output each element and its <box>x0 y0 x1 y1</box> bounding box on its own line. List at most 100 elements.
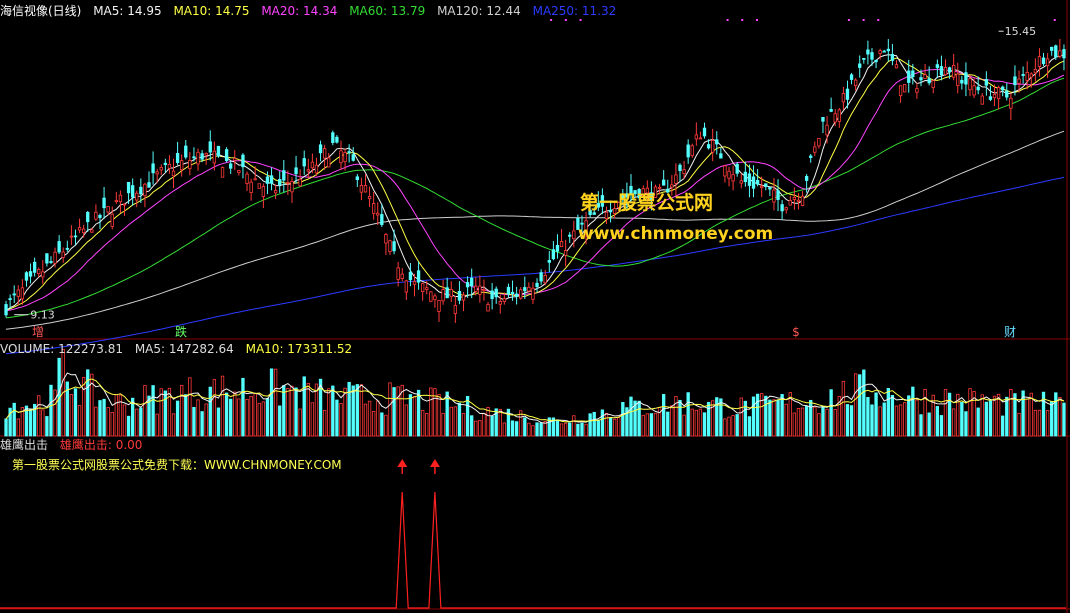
candle <box>531 287 535 300</box>
candle <box>159 166 163 171</box>
candle <box>915 88 919 93</box>
volume-bar <box>257 402 261 437</box>
candle <box>919 77 923 81</box>
volume-bar <box>523 417 527 437</box>
volume-bar <box>49 384 53 437</box>
volume-bar <box>110 412 114 437</box>
volume-bar <box>682 414 686 437</box>
candle <box>41 271 45 278</box>
candle <box>396 267 400 280</box>
candle <box>1050 46 1054 51</box>
buy-arrow-icon <box>397 459 408 467</box>
volume-bar <box>482 413 486 437</box>
volume-bar <box>878 406 882 437</box>
candle <box>314 164 319 174</box>
volume-bar <box>666 411 670 437</box>
signal-title: 雄鹰出击 <box>0 438 49 452</box>
candle <box>94 211 98 220</box>
volume-bar <box>809 399 813 437</box>
volume-bar <box>416 389 421 437</box>
volume-bar <box>502 422 507 437</box>
candle <box>690 145 694 156</box>
candle <box>1017 78 1021 84</box>
candle <box>237 170 241 173</box>
candle <box>192 156 196 159</box>
signal-line <box>0 491 1066 609</box>
volume-bar <box>429 387 433 437</box>
volume-bar <box>768 399 772 437</box>
candle <box>171 170 176 177</box>
volume-bar <box>882 402 886 437</box>
stock-chart[interactable]: 15.45 9.13 增 跌 $ 财 <box>0 0 1070 613</box>
candle <box>796 199 801 202</box>
high-price-label: 15.45 <box>1005 25 1036 38</box>
volume-bar <box>874 392 878 437</box>
candle <box>1045 58 1050 67</box>
volume-bar <box>298 408 302 437</box>
top-dot-marker <box>862 19 865 21</box>
buy-arrow-icon <box>429 459 440 467</box>
candle <box>175 152 180 163</box>
candle <box>935 64 940 68</box>
volume-bar <box>282 385 286 437</box>
candle <box>216 145 221 157</box>
volume-bar <box>265 398 270 437</box>
volume-bar <box>976 407 980 437</box>
candle <box>858 63 862 68</box>
candle <box>988 96 993 100</box>
volume-bar <box>384 414 388 437</box>
volume-bar <box>380 412 384 437</box>
candle <box>776 190 780 200</box>
volume-bar <box>81 376 86 437</box>
candle <box>331 132 335 143</box>
candle <box>359 184 364 193</box>
candle <box>49 261 53 263</box>
candle <box>845 88 850 100</box>
candle <box>559 241 564 247</box>
candle <box>1013 76 1017 86</box>
candle <box>449 289 453 298</box>
volume-bar <box>1001 415 1005 437</box>
volume-bar <box>327 388 331 437</box>
volume-bar <box>510 420 515 437</box>
volume-bar <box>253 393 257 437</box>
volume-bar <box>98 400 102 437</box>
candle <box>996 86 1001 100</box>
signal-subtitle: 第一股票公式网股票公式免费下载：WWW.CHNMONEY.COM <box>12 458 342 472</box>
watermark-url: www.chnmoney.com <box>578 224 774 244</box>
volume-bar <box>572 415 576 437</box>
volume-bar <box>102 398 106 437</box>
volume-bar <box>829 389 833 437</box>
candle <box>126 181 131 194</box>
candle <box>188 160 192 170</box>
volume-bar <box>755 393 760 437</box>
candle <box>984 79 989 86</box>
volume-bar <box>273 368 278 437</box>
volume-bar <box>306 382 310 437</box>
top-dot-marker <box>755 19 758 21</box>
volume-bar <box>376 400 380 437</box>
candle <box>106 206 110 213</box>
volume-bar <box>984 401 989 437</box>
candle <box>841 92 846 103</box>
candle <box>220 167 225 178</box>
candle <box>12 293 16 296</box>
candle <box>404 280 409 293</box>
volume-bar <box>421 409 425 437</box>
candle <box>81 228 86 234</box>
top-dot-marker <box>1053 19 1056 21</box>
ma250-legend: MA250: 11.32 <box>532 4 617 18</box>
volume-bar <box>1045 410 1050 437</box>
volume-bar <box>821 406 825 437</box>
volume-bar <box>858 374 862 437</box>
candle <box>184 145 188 158</box>
candle <box>817 137 821 147</box>
candle <box>711 139 715 153</box>
candle <box>318 144 323 154</box>
candle <box>204 152 208 156</box>
candle <box>245 173 249 184</box>
volume-bar <box>347 381 351 437</box>
candle <box>212 150 217 164</box>
volume-bar <box>580 422 584 437</box>
candle <box>392 241 396 252</box>
